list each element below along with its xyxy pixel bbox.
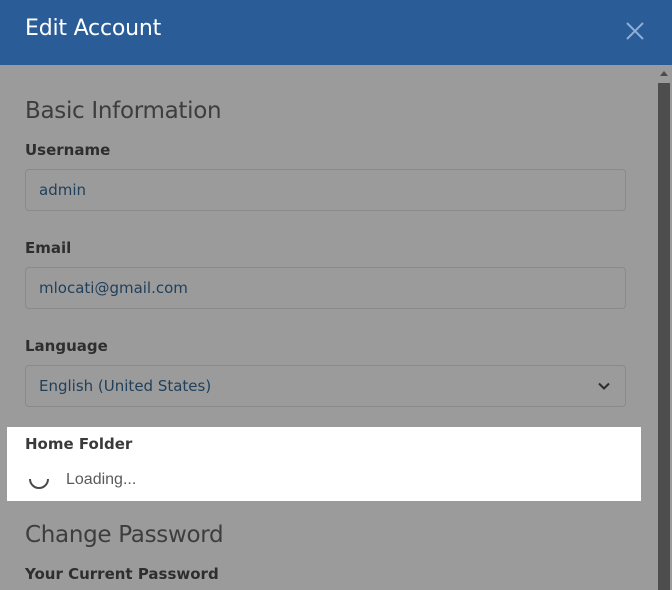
scrollbar[interactable]: [656, 65, 672, 590]
chevron-down-icon: [598, 382, 610, 390]
basic-information-heading: Basic Information: [25, 98, 222, 124]
loading-spinner-icon: [29, 478, 49, 489]
language-selected-value: English (United States): [39, 377, 212, 395]
close-icon: [626, 22, 644, 40]
email-label: Email: [25, 239, 72, 257]
close-button[interactable]: [622, 18, 648, 44]
home-folder-section: Home Folder Loading...: [7, 427, 641, 501]
language-select[interactable]: English (United States): [25, 365, 626, 407]
scroll-up-arrow-icon[interactable]: [660, 71, 668, 76]
dialog-body: Basic Information Username admin Email m…: [0, 65, 656, 590]
scrollbar-thumb[interactable]: [658, 83, 670, 590]
language-label: Language: [25, 337, 108, 355]
change-password-heading: Change Password: [25, 522, 224, 548]
current-password-label: Your Current Password: [25, 565, 219, 583]
dialog-title: Edit Account: [25, 16, 162, 41]
username-input[interactable]: admin: [25, 169, 626, 211]
email-input[interactable]: mlocati@gmail.com: [25, 267, 626, 309]
username-label: Username: [25, 141, 111, 159]
home-folder-loading-text: Loading...: [66, 471, 137, 488]
home-folder-label: Home Folder: [25, 435, 133, 453]
dialog-header: Edit Account: [0, 0, 672, 65]
